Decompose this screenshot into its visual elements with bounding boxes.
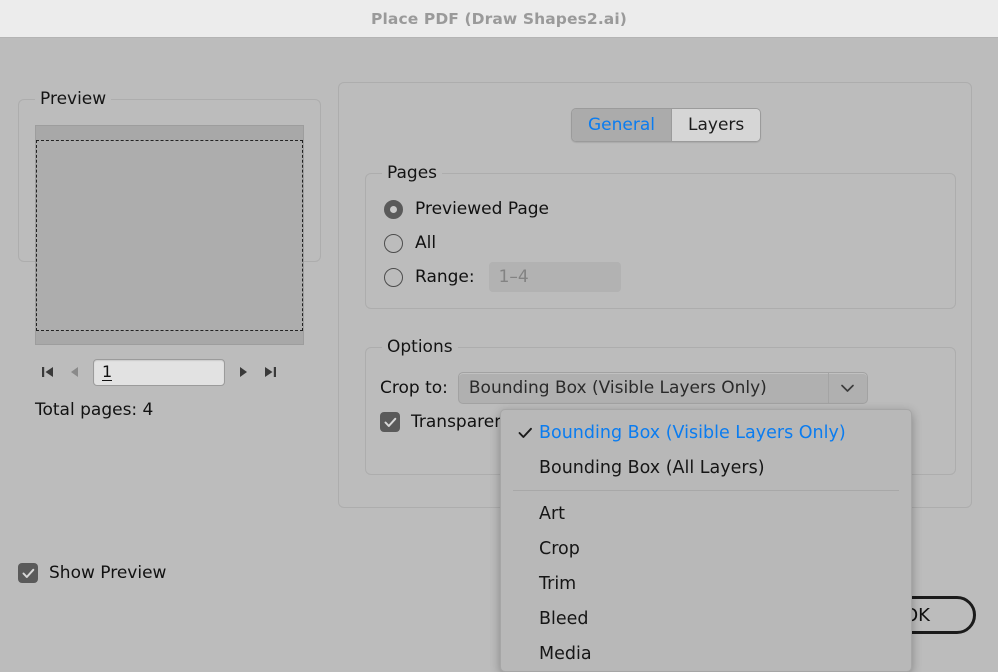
menu-item-crop[interactable]: Crop [501, 531, 911, 566]
next-page-icon[interactable] [231, 358, 257, 386]
window-titlebar: Place PDF (Draw Shapes2.ai) [0, 0, 998, 38]
pages-group: Pages Previewed Page All Range: 1–4 [365, 163, 956, 309]
previous-page-icon[interactable] [61, 358, 87, 386]
menu-item-label: Trim [539, 573, 577, 594]
radio-all[interactable]: All [384, 230, 436, 256]
radio-previewed-page-label: Previewed Page [415, 199, 549, 219]
menu-item-label: Bounding Box (Visible Layers Only) [539, 422, 846, 443]
first-page-icon[interactable] [35, 358, 61, 386]
menu-item-bounding-box-visible[interactable]: Bounding Box (Visible Layers Only) [501, 415, 911, 450]
show-preview-checkbox[interactable] [18, 563, 38, 583]
preview-group-title: Preview [35, 89, 112, 109]
crop-to-dropdown-menu: Bounding Box (Visible Layers Only) Bound… [500, 409, 912, 672]
menu-item-trim[interactable]: Trim [501, 566, 911, 601]
show-preview-row[interactable]: Show Preview [18, 563, 166, 583]
checkmark-icon [511, 427, 539, 439]
radio-range-label: Range: [415, 267, 475, 287]
radio-all-label: All [415, 233, 437, 253]
menu-separator [513, 490, 899, 491]
range-input[interactable]: 1–4 [488, 262, 621, 292]
crop-to-row: Crop to: Bounding Box (Visible Layers On… [380, 372, 868, 404]
total-pages-label: Total pages: 4 [35, 400, 154, 420]
menu-item-bleed[interactable]: Bleed [501, 601, 911, 636]
tab-bar: General Layers [571, 108, 762, 142]
menu-item-label: Art [539, 503, 566, 524]
pages-group-title: Pages [382, 163, 443, 183]
menu-item-media[interactable]: Media [501, 636, 911, 671]
window-title: Place PDF (Draw Shapes2.ai) [371, 9, 627, 28]
radio-range-indicator [384, 267, 403, 287]
options-group-title: Options [382, 337, 458, 357]
crop-to-selected-value: Bounding Box (Visible Layers Only) [468, 378, 767, 398]
crop-to-label: Crop to: [380, 378, 448, 398]
menu-item-label: Bounding Box (All Layers) [539, 457, 765, 478]
radio-range[interactable]: Range: 1–4 [384, 262, 621, 292]
menu-item-label: Crop [539, 538, 580, 559]
transparent-checkbox[interactable] [380, 412, 400, 432]
dialog-body: Preview 1 Total pages: 4 General Layers … [0, 39, 998, 672]
tab-general[interactable]: General [572, 109, 671, 141]
show-preview-label: Show Preview [49, 563, 167, 583]
radio-previewed-page-indicator [384, 199, 403, 219]
preview-canvas [35, 125, 304, 345]
menu-item-art[interactable]: Art [501, 496, 911, 531]
radio-previewed-page[interactable]: Previewed Page [384, 196, 549, 222]
menu-item-label: Media [539, 643, 592, 664]
last-page-icon[interactable] [257, 358, 283, 386]
page-number-input[interactable]: 1 [93, 358, 225, 386]
menu-item-bounding-box-all[interactable]: Bounding Box (All Layers) [501, 450, 911, 485]
page-navigation: 1 [35, 356, 305, 388]
page-number-value: 1 [102, 361, 113, 382]
preview-group: Preview 1 Total pages: 4 [18, 89, 321, 420]
tab-layers[interactable]: Layers [671, 109, 761, 141]
crop-to-select[interactable]: Bounding Box (Visible Layers Only) [457, 372, 868, 404]
chevron-down-icon [827, 373, 867, 403]
preview-bounding-box [36, 140, 303, 331]
radio-all-indicator [384, 233, 403, 253]
transparent-label: Transparent [411, 412, 512, 432]
transparent-checkbox-row[interactable]: Transparent [380, 412, 512, 432]
